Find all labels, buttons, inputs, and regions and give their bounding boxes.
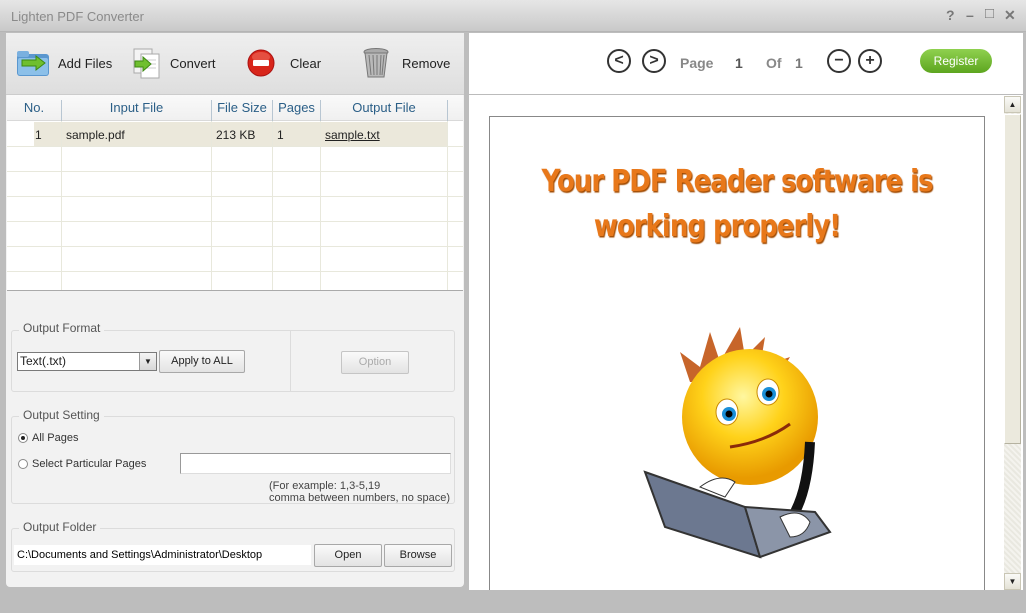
- grid-line: [7, 246, 463, 247]
- pages-hint-line2: comma between numbers, no space): [269, 492, 450, 504]
- toolbar: Add Files Convert Clear Remove: [6, 33, 464, 95]
- chevron-down-icon[interactable]: ▼: [139, 353, 156, 370]
- smiley-laptop-illustration: [643, 327, 832, 559]
- add-files-button[interactable]: Add Files: [16, 45, 112, 81]
- convert-button[interactable]: Convert: [132, 45, 216, 81]
- folder-add-icon: [17, 51, 49, 76]
- pdf-page: Your PDF Reader software is working prop…: [489, 116, 985, 590]
- column-header-file-size[interactable]: File Size: [212, 100, 272, 115]
- select-particular-pages-radio[interactable]: Select Particular Pages: [18, 458, 146, 470]
- output-format-legend: Output Format: [19, 321, 105, 335]
- output-format-value: Text(.txt): [20, 354, 67, 368]
- add-files-label: Add Files: [58, 55, 113, 71]
- column-header-pages[interactable]: Pages: [273, 100, 320, 115]
- radio-indicator: [18, 433, 28, 443]
- all-pages-label: All Pages: [32, 432, 79, 444]
- title-bar: Lighten PDF Converter ? – □ ✕: [0, 0, 1026, 32]
- column-header-output-file[interactable]: Output File: [321, 100, 447, 115]
- radio-indicator: [18, 459, 28, 469]
- remove-label: Remove: [402, 55, 451, 71]
- particular-pages-input[interactable]: [180, 453, 451, 474]
- output-folder-path-input[interactable]: [14, 545, 311, 565]
- convert-label: Convert: [170, 55, 216, 71]
- cell-file-size: 213 KB: [216, 128, 256, 142]
- of-label: Of: [766, 55, 782, 71]
- converter-panel: Add Files Convert Clear Remove No. Input…: [6, 33, 464, 587]
- register-button[interactable]: Register: [920, 49, 992, 73]
- clear-button[interactable]: Clear: [246, 45, 321, 81]
- grid-line: [7, 271, 463, 272]
- convert-document-icon: [133, 48, 160, 79]
- page-label: Page: [680, 55, 714, 71]
- zoom-in-button[interactable]: +: [858, 49, 882, 73]
- column-header-input-file[interactable]: Input File: [62, 100, 211, 115]
- maximize-icon[interactable]: □: [985, 5, 994, 22]
- headline-line1: Your PDF Reader software is: [541, 164, 934, 200]
- output-folder-legend: Output Folder: [19, 520, 101, 534]
- apply-to-all-button[interactable]: Apply to ALL: [159, 350, 245, 373]
- cell-pages: 1: [277, 128, 284, 142]
- document-view[interactable]: Your PDF Reader software is working prop…: [469, 96, 1004, 590]
- minus-icon: −: [834, 52, 844, 69]
- current-page[interactable]: 1: [735, 55, 743, 71]
- chevron-right-icon: >: [649, 52, 659, 69]
- cell-no: 1: [35, 128, 42, 142]
- scroll-up-button[interactable]: ▲: [1004, 96, 1021, 113]
- pdf-viewer-panel: < > Page 1 Of 1 − + Register Your PDF Re…: [469, 33, 1023, 590]
- help-icon[interactable]: ?: [946, 7, 955, 23]
- zoom-out-button[interactable]: −: [827, 49, 851, 73]
- file-table: No. Input File File Size Pages Output Fi…: [7, 95, 463, 291]
- cell-input-file: sample.pdf: [66, 128, 125, 142]
- output-setting-legend: Output Setting: [19, 408, 104, 422]
- trash-bin-icon: [363, 48, 389, 78]
- remove-button[interactable]: Remove: [362, 45, 450, 81]
- open-button[interactable]: Open: [314, 544, 382, 567]
- output-format-select[interactable]: Text(.txt) ▼: [17, 352, 157, 371]
- previous-page-button[interactable]: <: [607, 49, 631, 73]
- clear-minus-icon: [247, 49, 275, 77]
- viewer-toolbar: < > Page 1 Of 1 − + Register: [469, 33, 1023, 95]
- clear-label: Clear: [290, 55, 322, 71]
- grid-line: [7, 221, 463, 222]
- option-button[interactable]: Option: [341, 351, 409, 374]
- plus-icon: +: [865, 52, 875, 69]
- vertical-scrollbar[interactable]: ▲ ▼: [1004, 96, 1021, 590]
- output-file-link[interactable]: sample.txt: [325, 128, 380, 142]
- pages-hint: (For example: 1,3-5,19 comma between num…: [269, 480, 450, 504]
- all-pages-radio[interactable]: All Pages: [18, 432, 78, 444]
- minimize-icon[interactable]: –: [966, 7, 974, 23]
- pages-hint-line1: (For example: 1,3-5,19: [269, 480, 381, 492]
- grid-line: [7, 171, 463, 172]
- total-pages: 1: [795, 55, 803, 71]
- scrollbar-thumb[interactable]: [1004, 114, 1021, 444]
- scroll-down-button[interactable]: ▼: [1004, 573, 1021, 590]
- headline-line2: working properly!: [593, 209, 841, 245]
- window-title: Lighten PDF Converter: [11, 9, 144, 24]
- face: [682, 349, 818, 485]
- table-header: No. Input File File Size Pages Output Fi…: [7, 95, 463, 126]
- close-icon[interactable]: ✕: [1004, 7, 1016, 24]
- browse-button[interactable]: Browse: [384, 544, 452, 567]
- group-divider: [290, 331, 291, 391]
- grid-line: [7, 146, 463, 147]
- grid-line: [7, 196, 463, 197]
- select-particular-pages-label: Select Particular Pages: [32, 458, 147, 470]
- next-page-button[interactable]: >: [642, 49, 666, 73]
- column-header-no[interactable]: No.: [7, 100, 61, 115]
- chevron-left-icon: <: [614, 52, 624, 69]
